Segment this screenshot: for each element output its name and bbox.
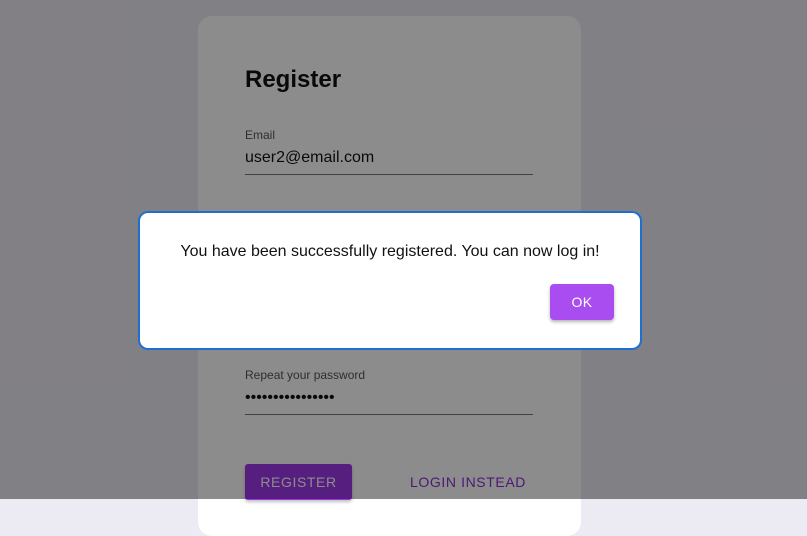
ok-button[interactable]: OK — [550, 284, 614, 320]
success-dialog: You have been successfully registered. Y… — [138, 211, 642, 350]
dialog-message: You have been successfully registered. Y… — [180, 243, 600, 260]
